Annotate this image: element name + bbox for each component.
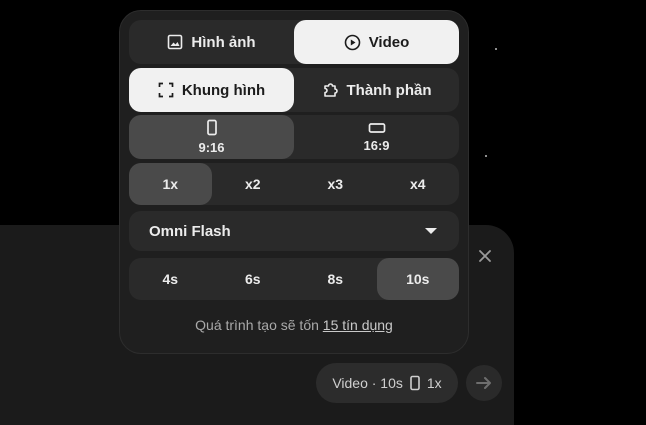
- image-icon: [167, 34, 183, 50]
- speck: [485, 155, 487, 157]
- media-type-toggle: Hình ảnh Video: [129, 20, 459, 64]
- credits-link[interactable]: 15 tín dụng: [323, 317, 393, 333]
- caret-down-icon: [424, 227, 438, 235]
- quantity-toggle: 1x x2 x3 x4: [129, 163, 459, 205]
- tab-frame-label: Khung hình: [181, 81, 266, 99]
- duration-4s[interactable]: 4s: [129, 258, 212, 300]
- arrow-right-icon: [474, 373, 494, 393]
- tab-components-label: Thành phần: [346, 81, 432, 99]
- cost-notice: Quá trình tạo sẽ tốn 15 tín dụng: [120, 317, 468, 333]
- mode-toggle: Khung hình Thành phần: [129, 68, 459, 112]
- cost-text: Quá trình tạo sẽ tốn: [195, 317, 319, 333]
- tab-video[interactable]: Video: [294, 20, 459, 64]
- aspect-ratio-toggle: 9:16 16:9: [129, 115, 459, 159]
- close-icon: [478, 249, 492, 263]
- send-button[interactable]: [466, 365, 502, 401]
- duration-toggle: 4s 6s 8s 10s: [129, 258, 459, 300]
- duration-8s[interactable]: 8s: [294, 258, 377, 300]
- duration-6s[interactable]: 6s: [212, 258, 295, 300]
- aspect-9-16[interactable]: 9:16: [129, 115, 294, 159]
- aspect-16-9-label: 16:9: [363, 137, 390, 153]
- portrait-icon: [409, 375, 421, 391]
- settings-summary-chip[interactable]: Video · 10s 1x: [316, 363, 458, 403]
- summary-label: Video · 10s: [332, 375, 403, 391]
- aspect-9-16-label: 9:16: [198, 140, 225, 155]
- close-button[interactable]: [472, 243, 498, 269]
- tab-video-label: Video: [368, 33, 410, 51]
- puzzle-icon: [322, 82, 339, 99]
- summary-count: 1x: [426, 375, 442, 391]
- tab-frame[interactable]: Khung hình: [129, 68, 294, 112]
- model-select[interactable]: Omni Flash: [129, 211, 459, 251]
- quantity-1x[interactable]: 1x: [129, 163, 212, 205]
- portrait-icon: [206, 119, 218, 136]
- tab-image-label: Hình ảnh: [191, 33, 256, 51]
- quantity-x4[interactable]: x4: [377, 163, 460, 205]
- tab-components[interactable]: Thành phần: [294, 68, 459, 112]
- tab-image[interactable]: Hình ảnh: [129, 20, 294, 64]
- quantity-x2[interactable]: x2: [212, 163, 295, 205]
- model-select-value: Omni Flash: [149, 222, 231, 240]
- speck: [495, 48, 497, 50]
- frame-icon: [158, 82, 174, 98]
- play-circle-icon: [344, 34, 361, 51]
- quantity-x3[interactable]: x3: [294, 163, 377, 205]
- aspect-16-9[interactable]: 16:9: [294, 115, 459, 159]
- generation-settings-popover: Hình ảnh Video Khung hình Thành phần 9:1…: [119, 10, 469, 354]
- landscape-icon: [368, 122, 386, 134]
- duration-10s[interactable]: 10s: [376, 258, 459, 300]
